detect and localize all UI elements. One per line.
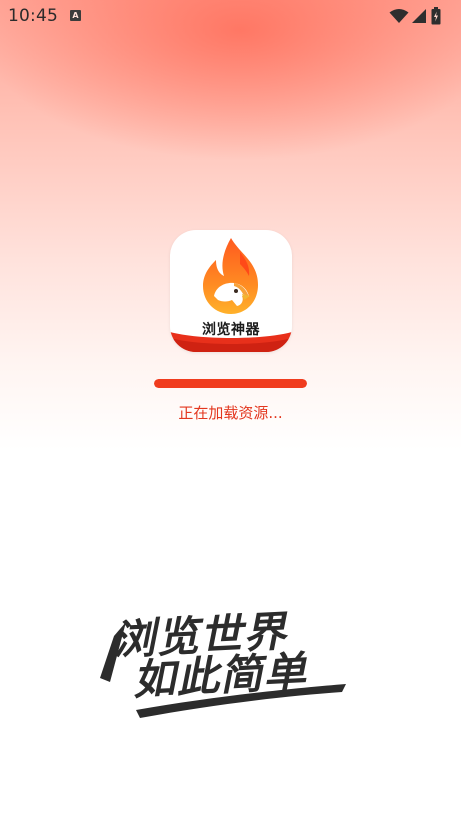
loading-progress-bar — [154, 379, 307, 388]
status-icons — [389, 7, 453, 25]
slogan: 浏览世界 如此简单 — [96, 592, 366, 722]
wifi-icon — [389, 9, 409, 23]
app-logo: 浏览神器 — [170, 230, 292, 352]
slogan-line-2: 如此简单 — [131, 646, 316, 705]
text-a-notification-icon: A — [70, 10, 81, 21]
app-logo-text: 浏览神器 — [202, 322, 260, 338]
signal-icon — [412, 9, 426, 23]
status-time: 10:45 — [8, 6, 58, 26]
loading-status-text: 正在加载资源... — [178, 404, 283, 422]
status-bar: 10:45 A — [0, 0, 461, 34]
battery-icon — [431, 7, 441, 25]
loading-progress-fill — [154, 379, 307, 388]
